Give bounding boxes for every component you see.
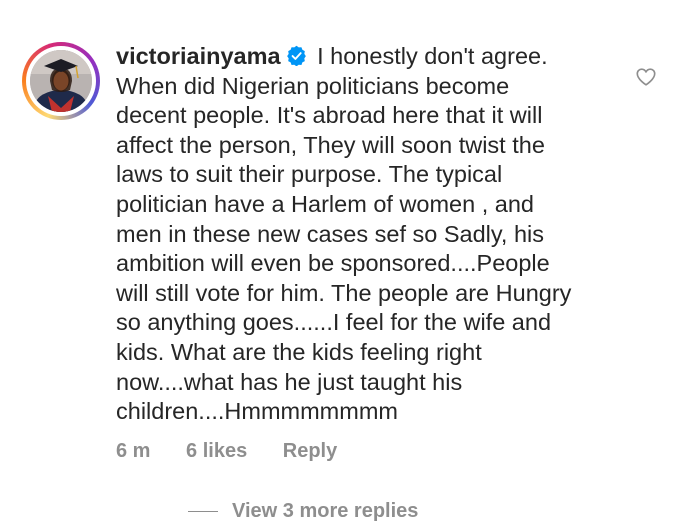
- comment-text-block: victoriainyama I honestly don't agree. W…: [116, 42, 586, 427]
- reply-button[interactable]: Reply: [283, 440, 337, 462]
- view-replies-button[interactable]: View 3 more replies: [188, 500, 418, 523]
- view-replies-label[interactable]: View 3 more replies: [232, 500, 418, 522]
- comment-username[interactable]: victoriainyama: [116, 43, 281, 69]
- comment-likes[interactable]: 6 likes: [186, 440, 247, 462]
- heart-outline-icon[interactable]: [635, 66, 657, 88]
- comment-time: 6 m: [116, 440, 151, 462]
- avatar-photo: [30, 50, 92, 112]
- comment-text: I honestly don't agree. When did Nigeria…: [116, 43, 572, 425]
- avatar[interactable]: [30, 50, 92, 112]
- avatar-story-ring[interactable]: [22, 42, 100, 120]
- verified-badge-icon: [286, 45, 306, 66]
- comment-item: victoriainyama I honestly don't agree. W…: [0, 0, 696, 522]
- divider-line: [188, 511, 218, 513]
- comment-meta: 6 m 6 likes Reply: [116, 440, 367, 463]
